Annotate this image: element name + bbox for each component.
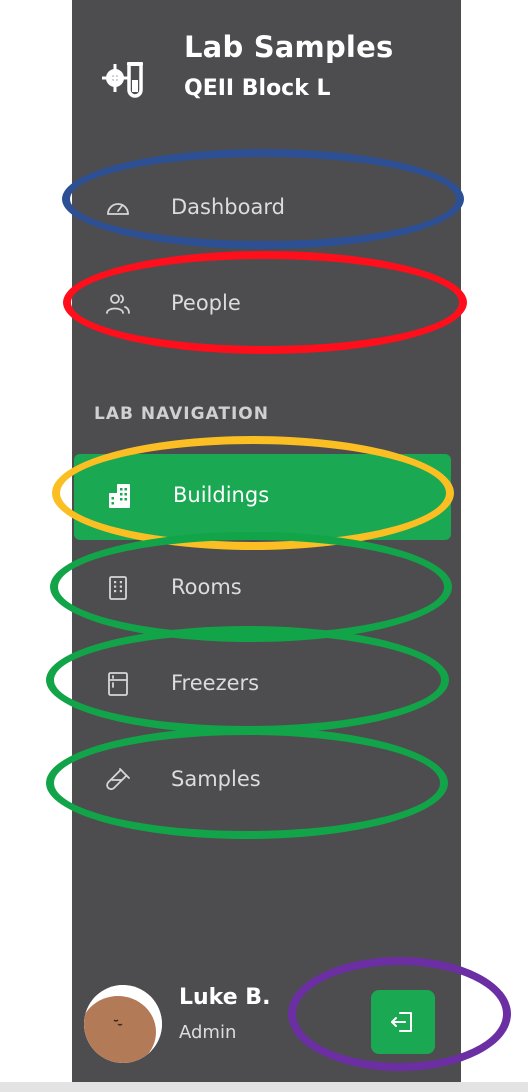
section-title-lab-navigation: LAB NAVIGATION	[94, 404, 269, 424]
logout-icon	[391, 1012, 412, 1032]
freezer-icon	[108, 672, 128, 696]
test-tube-icon	[106, 768, 130, 791]
logout-button[interactable]	[371, 990, 435, 1054]
nav-label-people: People	[171, 291, 241, 315]
nav-item-freezers[interactable]: Freezers	[72, 654, 461, 714]
nav-item-buildings[interactable]: Buildings	[74, 454, 451, 540]
nav-label-buildings: Buildings	[173, 483, 270, 507]
avatar	[84, 985, 162, 1063]
brand-subtitle: QEII Block L	[184, 76, 331, 101]
user-role: Admin	[179, 1022, 237, 1043]
sidebar	[72, 0, 461, 1082]
nav-item-dashboard[interactable]: Dashboard	[72, 178, 461, 238]
gauge-icon	[107, 203, 129, 215]
nav-item-rooms[interactable]: Rooms	[72, 558, 461, 618]
nav-label-freezers: Freezers	[171, 671, 260, 695]
nav-item-people[interactable]: People	[72, 274, 461, 334]
users-icon	[106, 294, 130, 314]
nav-label-dashboard: Dashboard	[171, 195, 285, 219]
nav-label-rooms: Rooms	[171, 575, 242, 599]
lab-sample-tube-icon	[102, 62, 143, 98]
nav-label-samples: Samples	[171, 767, 261, 791]
user-name: Luke B.	[179, 985, 271, 1010]
room-icon	[109, 576, 127, 600]
building-icon	[109, 484, 130, 508]
bottom-strip	[0, 1082, 528, 1092]
nav-item-samples[interactable]: Samples	[72, 750, 461, 810]
brand-title: Lab Samples	[184, 30, 394, 64]
